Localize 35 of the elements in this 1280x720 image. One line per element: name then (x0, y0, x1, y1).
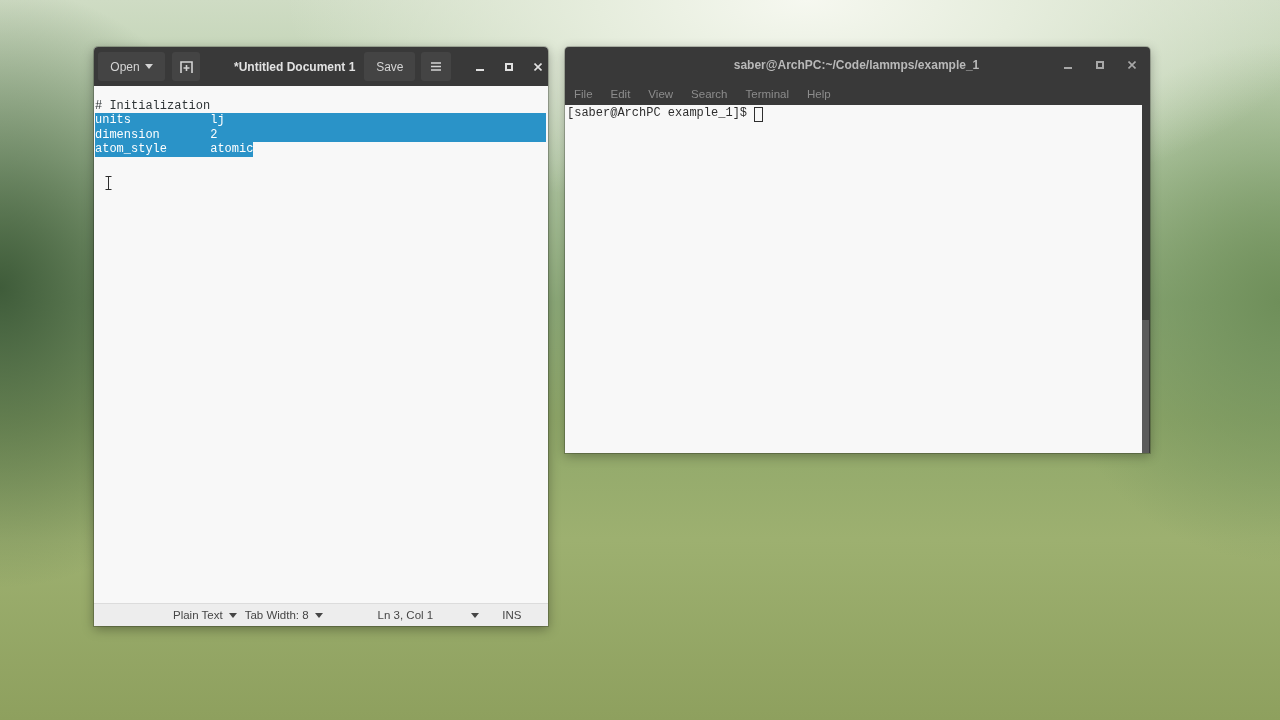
ibeam-pointer-icon (105, 176, 112, 190)
block-cursor-icon (754, 107, 764, 122)
new-tab-button[interactable] (172, 52, 200, 81)
maximize-icon (1096, 60, 1104, 69)
terminal-screen[interactable]: [saber@ArchPC example_1]$ (565, 105, 1142, 453)
caret-icon (228, 612, 237, 618)
save-button[interactable]: Save (364, 52, 416, 81)
text-area[interactable]: # Initialization units lj dimension 2 atom_style atomic (94, 86, 548, 603)
menu-icon (431, 62, 442, 71)
menu-item[interactable]: Edit (601, 87, 640, 100)
caret-icon (471, 612, 480, 618)
caret-icon (314, 612, 323, 618)
minimize-icon (1064, 66, 1072, 69)
menu-item[interactable]: Help (798, 87, 840, 100)
menu-item[interactable]: Search (682, 87, 737, 100)
minimize-icon (475, 68, 484, 71)
menu-item[interactable]: Terminal (736, 87, 798, 100)
code-line: # Initialization (95, 99, 211, 114)
caret-icon (144, 64, 153, 69)
menu-item[interactable]: File (565, 87, 602, 100)
close-icon (533, 62, 542, 71)
tab-width-button[interactable]: Tab Width: 8 (240, 605, 327, 625)
menu-item[interactable]: View (639, 87, 683, 100)
language-button[interactable]: Plain Text (169, 605, 241, 625)
open-button[interactable]: Open (98, 52, 165, 81)
cursor-position-label: Ln 3, Col 1 (377, 609, 434, 621)
tab-plus-icon (179, 60, 193, 73)
window-title: saber@ArchPC:~/Code/lammps/example_1 (733, 57, 980, 72)
window-title: *Untitled Document 1 (234, 59, 356, 74)
shell-prompt: [saber@ArchPC example_1]$ (567, 106, 748, 121)
close-icon (1128, 60, 1136, 69)
insert-mode-label: INS (502, 609, 522, 621)
maximize-icon (504, 62, 513, 71)
scrollbar-thumb[interactable] (1142, 320, 1149, 453)
menu-button[interactable] (421, 52, 452, 81)
